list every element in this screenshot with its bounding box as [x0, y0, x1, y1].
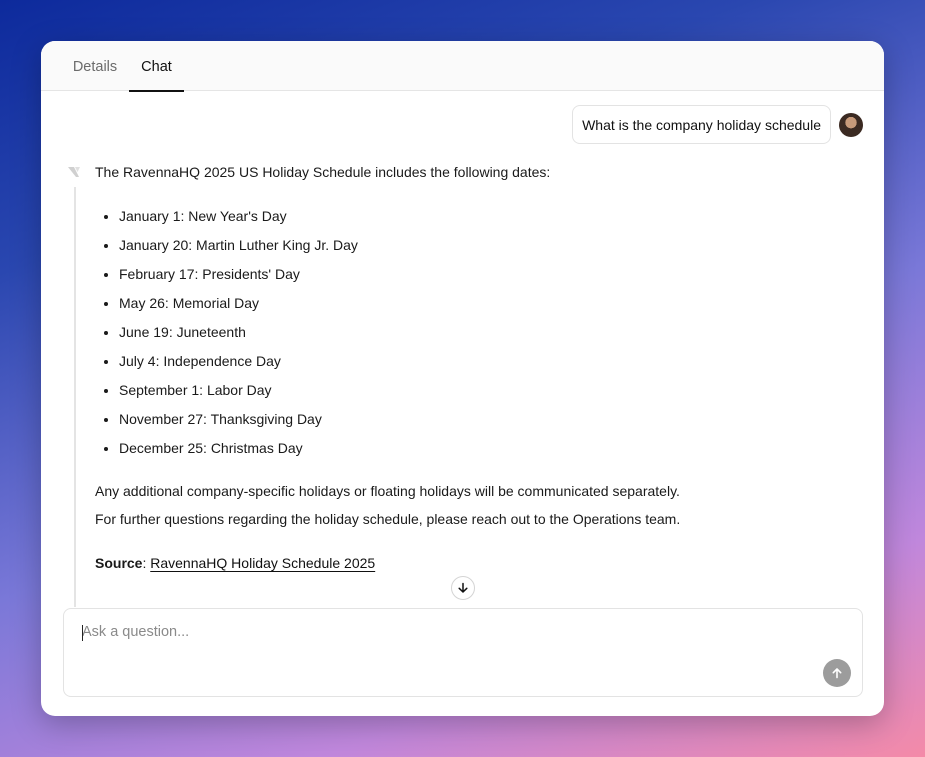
list-item: May 26: Memorial Day [119, 293, 855, 322]
source-line: Source: RavennaHQ Holiday Schedule 2025 [95, 553, 855, 573]
tab-bar: Details Chat [41, 41, 884, 92]
additional-holidays-note: Any additional company-specific holidays… [95, 483, 680, 499]
user-avatar [839, 113, 863, 137]
holiday-list: January 1: New Year's Day January 20: Ma… [95, 206, 855, 467]
contact-note: For further questions regarding the holi… [95, 511, 681, 527]
scroll-to-bottom-button[interactable] [451, 576, 475, 600]
list-item: July 4: Independence Day [119, 351, 855, 380]
send-button[interactable] [823, 659, 851, 687]
list-item: November 27: Thanksgiving Day [119, 409, 855, 438]
source-label: Source [95, 555, 143, 571]
arrow-up-icon [832, 668, 842, 679]
list-item: December 25: Christmas Day [119, 438, 855, 467]
assistant-intro: The RavennaHQ 2025 US Holiday Schedule i… [95, 164, 551, 180]
list-item: June 19: Juneteenth [119, 322, 855, 351]
text-caret [82, 625, 83, 641]
tab-details[interactable]: Details [64, 41, 126, 91]
ravenna-logo-icon [68, 167, 80, 177]
user-message-bubble: What is the company holiday schedule [572, 105, 831, 144]
chat-window: Details Chat What is the company holiday… [41, 41, 884, 716]
tab-chat[interactable]: Chat [129, 41, 184, 92]
question-input-box [63, 608, 863, 697]
list-item: January 1: New Year's Day [119, 206, 855, 235]
source-link[interactable]: RavennaHQ Holiday Schedule 2025 [150, 555, 375, 571]
question-input[interactable] [64, 609, 862, 696]
assistant-message: The RavennaHQ 2025 US Holiday Schedule i… [95, 161, 855, 573]
list-item: September 1: Labor Day [119, 380, 855, 409]
arrow-down-icon [458, 582, 468, 593]
list-item: February 17: Presidents' Day [119, 264, 855, 293]
list-item: January 20: Martin Luther King Jr. Day [119, 235, 855, 264]
thread-line [74, 187, 76, 607]
